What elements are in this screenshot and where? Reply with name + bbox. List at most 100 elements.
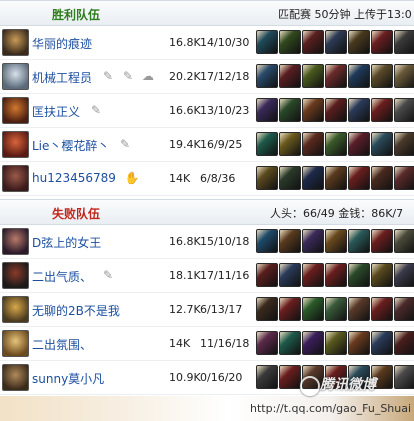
item-icon[interactable]	[325, 331, 347, 355]
item-icon[interactable]	[302, 30, 324, 54]
item-icon[interactable]	[371, 229, 393, 253]
item-icon[interactable]	[325, 166, 347, 190]
item-icon[interactable]	[279, 132, 301, 156]
player-name[interactable]: Lie丶樱花醉丶	[32, 137, 109, 154]
player-badges: ✎ ✎ ☁	[100, 68, 156, 84]
item-icon[interactable]	[256, 365, 278, 389]
item-icon[interactable]	[279, 263, 301, 287]
item-icon[interactable]	[279, 166, 301, 190]
item-icon[interactable]	[348, 229, 370, 253]
item-icon[interactable]	[371, 132, 393, 156]
item-icon[interactable]	[394, 64, 414, 88]
item-icon[interactable]	[394, 98, 414, 122]
item-icon[interactable]	[348, 64, 370, 88]
player-row: Lie丶樱花醉丶 19.4K 16/9/25 ✎	[0, 128, 414, 162]
item-slots	[256, 331, 414, 355]
champion-avatar[interactable]	[2, 228, 29, 255]
item-icon[interactable]	[302, 229, 324, 253]
item-icon[interactable]	[371, 98, 393, 122]
item-icon[interactable]	[256, 229, 278, 253]
player-name[interactable]: 机械工程员	[32, 69, 92, 86]
lose-team-header: 失败队伍 人头：66/49 金钱：86K/7	[0, 199, 414, 225]
player-name[interactable]: sunny莫小凡	[32, 370, 104, 387]
item-icon[interactable]	[394, 30, 414, 54]
item-icon[interactable]	[348, 132, 370, 156]
item-icon[interactable]	[302, 98, 324, 122]
item-icon[interactable]	[371, 166, 393, 190]
item-icon[interactable]	[256, 98, 278, 122]
item-icon[interactable]	[302, 166, 324, 190]
item-icon[interactable]	[325, 229, 347, 253]
item-icon[interactable]	[348, 297, 370, 321]
player-name[interactable]: 二出氛围、	[32, 336, 92, 353]
player-name[interactable]: 二出气质、	[32, 268, 92, 285]
item-icon[interactable]	[348, 166, 370, 190]
player-name[interactable]: D弦上的女王	[32, 234, 101, 251]
player-kda: 13/10/23	[200, 104, 250, 117]
player-gold: 16.8K	[169, 235, 201, 248]
item-icon[interactable]	[302, 297, 324, 321]
item-icon[interactable]	[348, 331, 370, 355]
item-icon[interactable]	[325, 64, 347, 88]
item-icon[interactable]	[371, 331, 393, 355]
champion-avatar[interactable]	[2, 165, 29, 192]
item-icon[interactable]	[348, 30, 370, 54]
item-icon[interactable]	[279, 98, 301, 122]
source-url[interactable]: http://t.qq.com/gao_Fu_Shuai	[250, 402, 411, 415]
item-icon[interactable]	[256, 166, 278, 190]
item-icon[interactable]	[302, 64, 324, 88]
item-icon[interactable]	[279, 331, 301, 355]
item-icon[interactable]	[279, 297, 301, 321]
item-icon[interactable]	[394, 132, 414, 156]
champion-avatar[interactable]	[2, 63, 29, 90]
item-icon[interactable]	[279, 365, 301, 389]
item-icon[interactable]	[325, 98, 347, 122]
player-name[interactable]: hu123456789	[32, 171, 116, 185]
player-name[interactable]: 匡扶正义	[32, 103, 80, 120]
item-icon[interactable]	[371, 30, 393, 54]
item-icon[interactable]	[394, 263, 414, 287]
item-icon[interactable]	[256, 30, 278, 54]
item-icon[interactable]	[279, 64, 301, 88]
item-icon[interactable]	[302, 331, 324, 355]
item-icon[interactable]	[256, 297, 278, 321]
item-icon[interactable]	[325, 132, 347, 156]
champion-avatar[interactable]	[2, 29, 29, 56]
item-icon[interactable]	[279, 229, 301, 253]
win-team-title: 胜利队伍	[52, 8, 101, 22]
item-slots	[256, 263, 414, 287]
item-icon[interactable]	[325, 30, 347, 54]
item-icon[interactable]	[325, 297, 347, 321]
item-icon[interactable]	[371, 263, 393, 287]
item-slots	[256, 297, 414, 321]
item-icon[interactable]	[302, 132, 324, 156]
player-row: D弦上的女王 16.8K 15/10/18	[0, 225, 414, 259]
item-icon[interactable]	[279, 30, 301, 54]
champion-avatar[interactable]	[2, 296, 29, 323]
item-icon[interactable]	[348, 263, 370, 287]
champion-avatar[interactable]	[2, 330, 29, 357]
champion-avatar[interactable]	[2, 364, 29, 391]
player-name[interactable]: 无聊的2B不是我	[32, 302, 120, 319]
player-name[interactable]: 华丽的痕迹	[32, 35, 92, 52]
item-icon[interactable]	[371, 64, 393, 88]
item-icon[interactable]	[256, 331, 278, 355]
item-icon[interactable]	[256, 263, 278, 287]
player-row: 无聊的2B不是我 12.7K 6/13/17	[0, 293, 414, 327]
player-kda: 15/10/18	[200, 235, 250, 248]
item-icon[interactable]	[394, 229, 414, 253]
champion-avatar[interactable]	[2, 131, 29, 158]
item-icon[interactable]	[256, 132, 278, 156]
item-icon[interactable]	[302, 263, 324, 287]
item-icon[interactable]	[394, 297, 414, 321]
item-icon[interactable]	[371, 297, 393, 321]
item-icon[interactable]	[394, 331, 414, 355]
item-icon[interactable]	[348, 98, 370, 122]
item-icon[interactable]	[394, 166, 414, 190]
champion-avatar[interactable]	[2, 97, 29, 124]
item-slots	[256, 30, 414, 54]
champion-avatar[interactable]	[2, 262, 29, 289]
item-icon[interactable]	[394, 365, 414, 389]
item-icon[interactable]	[325, 263, 347, 287]
item-icon[interactable]	[256, 64, 278, 88]
